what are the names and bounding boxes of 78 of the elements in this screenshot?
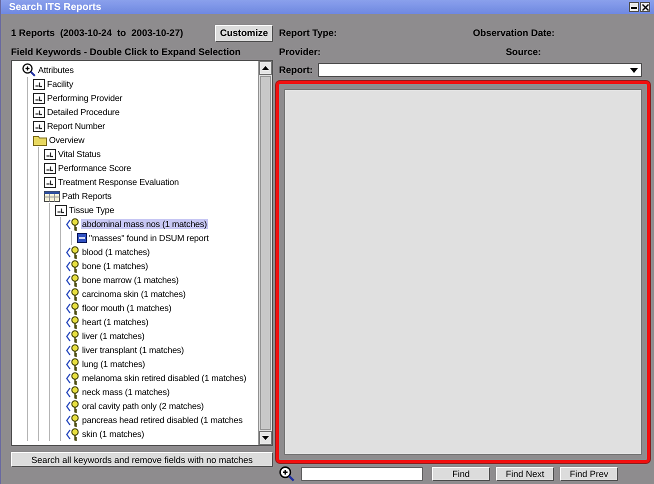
minimize-icon [631, 6, 637, 8]
report-label: Report: [279, 64, 313, 76]
tree-item[interactable]: Vital Status [57, 149, 102, 159]
close-button[interactable] [640, 2, 650, 12]
down-arrow-icon [262, 436, 269, 440]
text-field-icon [33, 92, 45, 104]
zoom-in-icon [22, 63, 36, 77]
minimize-button[interactable] [629, 2, 639, 12]
tree-item[interactable]: Tissue Type [68, 205, 116, 215]
scrollbar[interactable] [258, 61, 272, 445]
text-field-icon [33, 78, 45, 90]
tree-item[interactable]: Report Number [46, 121, 106, 131]
report-count-text: 1 Reports (2003-10-24 to 2003-10-27) [11, 28, 184, 38]
text-field-icon [33, 106, 45, 118]
text-field-icon [44, 176, 56, 188]
key-icon [66, 358, 80, 370]
tree-item[interactable]: oral cavity path only (2 matches) [81, 401, 205, 411]
key-icon [66, 386, 80, 398]
text-field-icon [44, 148, 56, 160]
document-icon [77, 233, 87, 243]
key-icon [66, 274, 80, 286]
text-field-icon [55, 204, 67, 216]
folder-icon [33, 134, 47, 146]
tree-item[interactable]: neck mass (1 matches) [81, 387, 171, 397]
find-button[interactable]: Find Next [496, 467, 554, 481]
up-arrow-icon [262, 66, 269, 70]
tree-item[interactable]: floor mouth (1 matches) [81, 303, 172, 313]
table-icon [44, 190, 60, 202]
tree-item[interactable]: heart (1 matches) [81, 317, 150, 327]
find-button[interactable]: Find Prev [560, 467, 618, 481]
tree-item[interactable]: pancreas head retired disabled (1 matches [81, 415, 244, 425]
customize-button[interactable]: Customize [214, 24, 273, 42]
close-icon [642, 4, 648, 10]
key-icon [66, 246, 80, 258]
key-icon [66, 288, 80, 300]
tree-item[interactable]: Performance Score [57, 163, 132, 173]
tree-item[interactable]: Performing Provider [46, 93, 124, 103]
tree-item[interactable]: blood (1 matches) [81, 247, 151, 257]
key-icon [66, 218, 80, 230]
report-dropdown[interactable] [318, 63, 642, 77]
key-icon [66, 330, 80, 342]
search-all-button[interactable]: Search all keywords and remove fields with no matches [11, 452, 273, 467]
tree-item[interactable]: Overview [48, 135, 86, 145]
tree-item[interactable]: liver (1 matches) [81, 331, 146, 341]
find-field[interactable] [301, 467, 423, 481]
observation-date-label: Observation Date: [472, 28, 555, 39]
tree-item[interactable]: "masses" found in DSUM report [88, 233, 210, 243]
tree-heading: Field Keywords - Double Click to Expand Selection [11, 47, 242, 58]
tree-item[interactable]: bone (1 matches) [81, 261, 150, 271]
tree-item[interactable]: bone marrow (1 matches) [81, 275, 180, 285]
key-icon [66, 344, 80, 356]
tree-item[interactable]: Treatment Response Evaluation [57, 177, 180, 187]
key-icon [66, 400, 80, 412]
zoom-in-icon [279, 466, 295, 482]
find-button[interactable]: Find [432, 467, 490, 481]
tree-item[interactable]: Path Reports [61, 191, 113, 201]
dropdown-arrow-icon [630, 68, 638, 72]
tree-item[interactable]: carcinoma skin (1 matches) [81, 289, 187, 299]
text-field-icon [33, 120, 45, 132]
source-label: Source: [506, 47, 542, 58]
key-icon [66, 428, 80, 440]
window-title: Search ITS Reports [9, 2, 102, 12]
key-icon [66, 316, 80, 328]
key-icon [66, 372, 80, 384]
tree-item[interactable]: abdominal mass nos (1 matches) [81, 219, 208, 229]
report-type-label: Report Type: [279, 28, 337, 39]
tree-item[interactable]: Detailed Procedure [46, 107, 121, 117]
provider-label: Provider: [279, 47, 321, 58]
tree-item[interactable]: melanoma skin retired disabled (1 matches) [81, 373, 248, 383]
tree-item[interactable]: Facility [46, 79, 74, 89]
text-field-icon [44, 162, 56, 174]
key-icon [66, 260, 80, 272]
tree-item[interactable]: lung (1 matches) [81, 359, 146, 369]
key-icon [66, 302, 80, 314]
tree-item[interactable]: liver transplant (1 matches) [81, 345, 185, 355]
tree-item[interactable]: skin (1 matches) [81, 429, 146, 439]
key-icon [66, 414, 80, 426]
tree-item[interactable]: Attributes [37, 65, 75, 75]
